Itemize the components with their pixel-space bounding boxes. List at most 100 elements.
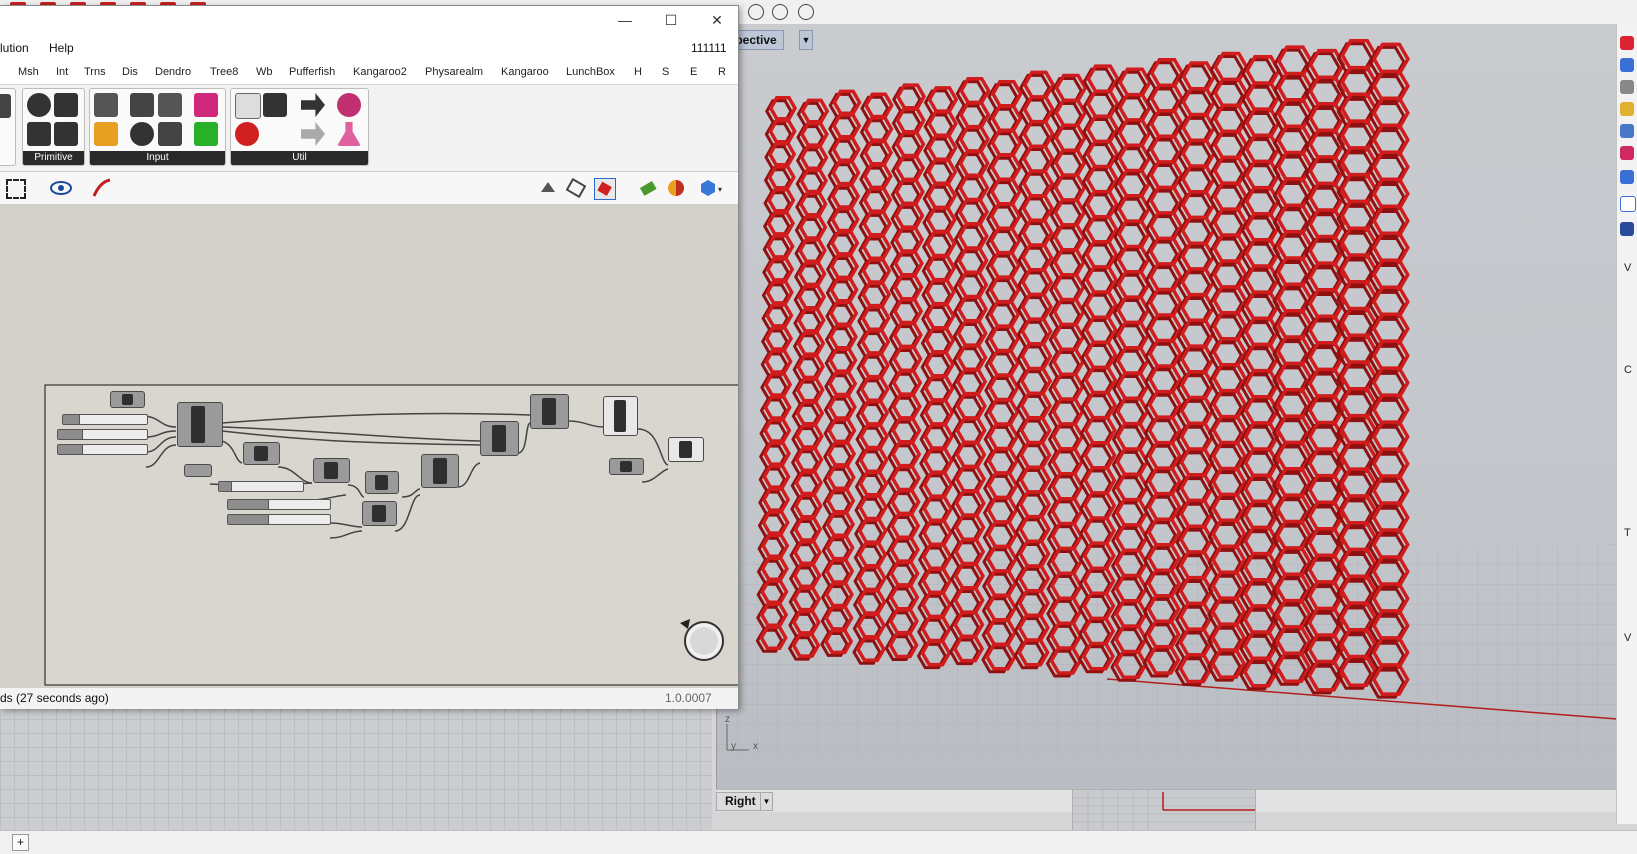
display-icon[interactable] [1620, 124, 1634, 138]
tab-physarealm[interactable]: Physarealm [425, 66, 483, 78]
gh-component[interactable] [110, 391, 145, 408]
number-slider[interactable] [227, 514, 331, 525]
preview-wire-icon[interactable] [538, 178, 558, 198]
component-icon[interactable] [0, 94, 11, 118]
import-icon[interactable] [94, 93, 118, 117]
number-slider[interactable] [62, 414, 148, 425]
document-name[interactable]: 111111 [691, 41, 727, 55]
button-icon[interactable] [130, 122, 154, 146]
eye-icon[interactable] [50, 178, 72, 198]
graph-mapper-icon[interactable] [158, 93, 182, 117]
tree-icon[interactable] [263, 93, 287, 117]
pencil-icon[interactable] [1620, 80, 1634, 94]
tab-trns[interactable]: Trns [84, 66, 106, 78]
material-icon[interactable] [1620, 146, 1634, 160]
gh-component[interactable] [480, 421, 519, 456]
panel-label[interactable]: Primitive [23, 151, 84, 165]
gh-title-bar[interactable]: — ☐ ✕ [0, 6, 738, 36]
axis-y-label: y [731, 741, 736, 752]
sphere-icon[interactable] [1620, 222, 1634, 236]
gh-component-hexgrid[interactable] [177, 402, 223, 447]
number-slider[interactable] [218, 481, 304, 492]
osnap-icon[interactable] [772, 4, 788, 20]
canvas-navigator-icon[interactable] [676, 613, 726, 663]
number-slider[interactable] [57, 444, 148, 455]
cherry-icon[interactable] [235, 122, 259, 146]
tab-msh[interactable]: Msh [18, 66, 39, 78]
folder-icon[interactable] [1620, 102, 1634, 116]
tab-e[interactable]: E [690, 66, 697, 78]
minimize-button[interactable]: — [610, 10, 640, 30]
gh-component[interactable] [421, 454, 459, 488]
gradient-icon[interactable] [194, 93, 218, 117]
perspective-viewport[interactable]: rspective ▼ z y x [716, 24, 1617, 789]
version-label: 1.0.0007 [665, 691, 712, 705]
tab-lunchbox[interactable]: LunchBox [566, 66, 615, 78]
target-icon[interactable] [798, 4, 814, 20]
tab-kangaroo[interactable]: Kangaroo [501, 66, 549, 78]
tab-dis[interactable]: Dis [122, 66, 138, 78]
layer-icon[interactable] [1620, 36, 1634, 50]
tab-kangaroo2[interactable]: Kangaroo2 [353, 66, 407, 78]
tab-dendro[interactable]: Dendro [155, 66, 191, 78]
value-list-icon[interactable] [158, 122, 182, 146]
panel-icon[interactable] [1620, 196, 1636, 212]
tab-pufferfish[interactable]: Pufferfish [289, 66, 335, 78]
camera-icon[interactable] [1620, 170, 1634, 184]
glasses-icon[interactable] [235, 93, 261, 119]
svg-text:▾: ▾ [718, 185, 722, 194]
tab-tree8[interactable]: Tree8 [210, 66, 238, 78]
menu-solution[interactable]: lution [0, 41, 29, 55]
menu-help[interactable]: Help [49, 41, 74, 55]
render-mode-icon[interactable]: ▾ [700, 178, 722, 198]
gh-component[interactable] [243, 442, 280, 465]
gh-component-output[interactable] [668, 437, 704, 462]
preview-selected-icon[interactable] [594, 178, 616, 200]
zoom-extents-icon[interactable] [6, 179, 26, 199]
constant-icon[interactable] [27, 93, 51, 117]
gh-canvas[interactable] [0, 205, 738, 687]
image-sampler-icon[interactable] [94, 122, 118, 146]
tab-h[interactable]: H [634, 66, 642, 78]
flask-icon[interactable] [337, 122, 361, 146]
viewport-dropdown-icon[interactable]: ▼ [760, 792, 773, 811]
text-icon[interactable] [54, 122, 78, 146]
cursor-icon[interactable] [748, 4, 764, 20]
gh-component[interactable] [365, 471, 399, 494]
gh-component[interactable] [362, 501, 397, 526]
tab-s[interactable]: S [662, 66, 669, 78]
panel-letter: C [1624, 364, 1632, 376]
relay-arrow-icon[interactable] [301, 93, 325, 117]
gh-component[interactable] [313, 458, 350, 483]
relay-outline-icon[interactable] [301, 122, 325, 146]
mesh-settings-icon[interactable] [638, 178, 658, 198]
cluster-icon[interactable] [337, 93, 361, 117]
tab-int[interactable]: Int [56, 66, 68, 78]
panel-label[interactable]: Input [90, 151, 225, 165]
swatch-icon[interactable] [194, 122, 218, 146]
preview-shaded-icon[interactable] [565, 177, 587, 199]
gh-component[interactable] [184, 464, 212, 477]
gh-component-preview[interactable] [603, 396, 638, 436]
mini-viewport[interactable] [1072, 789, 1256, 831]
ribbon-panel-util: Util [230, 88, 369, 166]
tab-wb[interactable]: Wb [256, 66, 273, 78]
toggle-icon[interactable] [130, 93, 154, 117]
top-viewport[interactable] [0, 705, 712, 830]
right-tool-strip: V C T V [1616, 24, 1637, 824]
number-slider[interactable] [57, 429, 148, 440]
properties-icon[interactable] [1620, 58, 1634, 72]
tab-r[interactable]: R [718, 66, 726, 78]
gh-component[interactable] [530, 394, 569, 429]
viewport-tab-right[interactable]: Right [716, 792, 765, 811]
panel-label[interactable]: Util [231, 151, 368, 165]
number-slider[interactable] [227, 499, 331, 510]
number-icon[interactable] [54, 93, 78, 117]
add-viewport-icon[interactable]: + [12, 834, 29, 851]
maximize-button[interactable]: ☐ [656, 10, 686, 30]
color-icon[interactable] [666, 178, 686, 198]
close-button[interactable]: ✕ [702, 10, 732, 30]
sketch-icon[interactable] [92, 178, 112, 198]
integer-icon[interactable] [27, 122, 51, 146]
gh-component[interactable] [609, 458, 644, 475]
